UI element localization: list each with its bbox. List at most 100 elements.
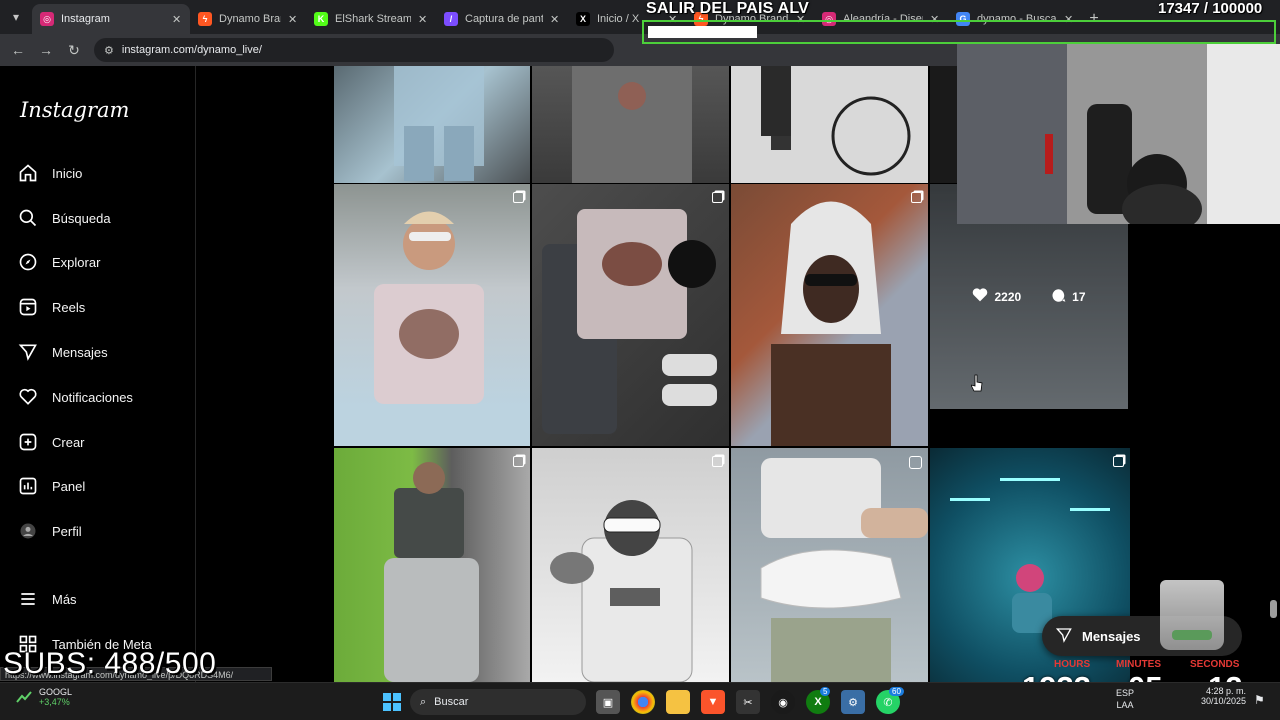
input-language[interactable]: ESP LAA [1116, 687, 1134, 711]
messages-label: Mensajes [1082, 628, 1141, 644]
sidebar-item-label: Más [52, 591, 77, 607]
taskbar-search[interactable]: ⌕ Buscar [410, 689, 586, 715]
reload-icon[interactable]: ↻ [60, 36, 88, 64]
tab-close-icon[interactable]: ✕ [288, 13, 298, 26]
sidebar-item-notificaciones[interactable]: Notificaciones [18, 382, 133, 412]
sidebar-item-reels[interactable]: Reels [18, 292, 85, 322]
carousel-icon [712, 192, 723, 203]
hand-cursor-icon [971, 374, 983, 392]
clock-date: 30/10/2025 [1200, 696, 1246, 706]
stream-goal-progress-bar [642, 20, 1276, 44]
carousel-icon [911, 192, 922, 203]
tab-favicon-icon: X [576, 12, 590, 26]
sidebar-item-panel[interactable]: Panel [18, 471, 85, 501]
chart-icon [18, 476, 38, 496]
task-view-icon[interactable]: ▣ [596, 690, 620, 714]
tab-favicon-icon: / [444, 12, 458, 26]
tab-close-icon[interactable]: ✕ [172, 13, 182, 26]
windows-start-icon[interactable] [380, 690, 404, 714]
obs-icon[interactable]: ◉ [771, 690, 795, 714]
like-count: 2220 [994, 289, 1022, 304]
notification-icon[interactable]: ⚑ [1254, 693, 1265, 707]
webcam-overlay [957, 44, 1280, 224]
tab-favicon-icon: K [314, 12, 328, 26]
stream-goal-counter: 17347 / 100000 [1158, 0, 1263, 17]
tab-favicon-icon: ϟ [198, 12, 212, 26]
sidebar-item-explorar[interactable]: Explorar [18, 247, 100, 277]
avatar-icon [18, 521, 38, 541]
like-count-icon [972, 288, 988, 305]
comment-count: 17 [1072, 289, 1086, 304]
post-thumbnail[interactable] [731, 66, 928, 183]
sidebar-item-label: Búsqueda [52, 210, 111, 226]
instagram-sidebar: Instagram Inicio Búsqueda Explorar Reels Men… [0, 66, 196, 682]
post-thumbnail[interactable] [532, 184, 729, 446]
post-thumbnail[interactable] [334, 184, 530, 446]
post-thumbnail[interactable] [334, 66, 530, 183]
hours-label: HOURS [1054, 659, 1091, 670]
clock-time: 4:28 p. m. [1205, 686, 1246, 696]
tab-favicon-icon: ◎ [40, 12, 54, 26]
tip-jar-overlay [1160, 580, 1224, 650]
stream-goal-title: SALIR DEL PAIS ALV [646, 0, 810, 17]
sidebar-item-crear[interactable]: Crear [18, 427, 85, 457]
instagram-logo[interactable]: Instagram [20, 98, 129, 122]
lang-top: ESP [1116, 688, 1135, 698]
sidebar-item-búsqueda[interactable]: Búsqueda [18, 203, 111, 233]
search-icon [18, 208, 38, 228]
stock-change: +3,47% [39, 697, 70, 707]
tab-close-icon[interactable]: ✕ [418, 13, 428, 26]
post-thumbnail[interactable] [532, 66, 729, 183]
menu-icon [18, 589, 38, 609]
sidebar-item-perfil[interactable]: Perfil [18, 516, 82, 546]
taskbar-search-placeholder: Buscar [434, 696, 469, 708]
tab-label: Instagram [61, 13, 110, 25]
stock-widget[interactable]: GOOGL +3,47% [16, 687, 72, 707]
minutes-label: MINUTES [1116, 659, 1161, 670]
browser-tab[interactable]: / Captura de pantalla ✕ [436, 4, 568, 34]
whatsapp-badge: 60 [889, 687, 904, 696]
comment-count-icon [1051, 288, 1066, 306]
forward-icon[interactable]: → [32, 36, 60, 64]
sidebar-item-label: Reels [52, 299, 86, 315]
system-clock[interactable]: 4:28 p. m. 30/10/2025 [1196, 686, 1246, 706]
sidebar-item-label: Panel [52, 478, 86, 494]
tab-search-icon[interactable]: ▾ [0, 0, 32, 34]
carousel-icon [1113, 456, 1124, 467]
brave-icon[interactable]: ▼ [701, 690, 725, 714]
sidebar-item-inicio[interactable]: Inicio [18, 158, 82, 188]
sidebar-item-label: Crear [52, 434, 85, 450]
url-field[interactable]: ⚙ instagram.com/dynamo_live/ [94, 38, 614, 62]
sidebar-item-más[interactable]: Más [18, 584, 77, 614]
sidebar-item-label: Inicio [52, 165, 83, 181]
page-scrollbar[interactable] [1270, 600, 1277, 618]
plus-icon [18, 432, 38, 452]
tab-close-icon[interactable]: ✕ [550, 13, 560, 26]
post-thumbnail[interactable] [731, 184, 928, 446]
capcut-icon[interactable]: ✂ [736, 690, 760, 714]
file-explorer-icon[interactable] [666, 690, 690, 714]
url-text: instagram.com/dynamo_live/ [121, 44, 262, 56]
home-icon [18, 163, 38, 183]
send-icon [1055, 627, 1072, 646]
browser-tab[interactable]: ◎ Instagram ✕ [32, 4, 190, 34]
chrome-icon[interactable] [631, 690, 655, 714]
send-icon [18, 342, 38, 362]
tab-label: Dynamo Brand [219, 13, 281, 25]
post-thumbnail[interactable] [532, 448, 729, 682]
post-thumbnail[interactable] [731, 448, 928, 682]
compass-icon [18, 252, 38, 272]
windows-taskbar: GOOGL +3,47% ⌕ Buscar ▣ ▼ ✂ ◉ X ⚙ ✆ 60 5… [0, 682, 1280, 720]
back-icon[interactable]: ← [4, 36, 32, 64]
sidebar-item-label: Explorar [52, 254, 101, 270]
browser-tab[interactable]: K ElShark Stream - V ✕ [306, 4, 436, 34]
xbox-badge: 5 [820, 687, 831, 696]
site-info-icon[interactable]: ⚙ [104, 44, 114, 57]
subs-counter: SUBS: 488/500 [3, 647, 217, 680]
settings-icon[interactable]: ⚙ [841, 690, 865, 714]
post-thumbnail[interactable] [334, 448, 530, 682]
tab-label: Captura de pantalla [465, 13, 543, 25]
carousel-icon [513, 192, 524, 203]
browser-tab[interactable]: ϟ Dynamo Brand ✕ [190, 4, 306, 34]
sidebar-item-mensajes[interactable]: Mensajes [18, 337, 108, 367]
